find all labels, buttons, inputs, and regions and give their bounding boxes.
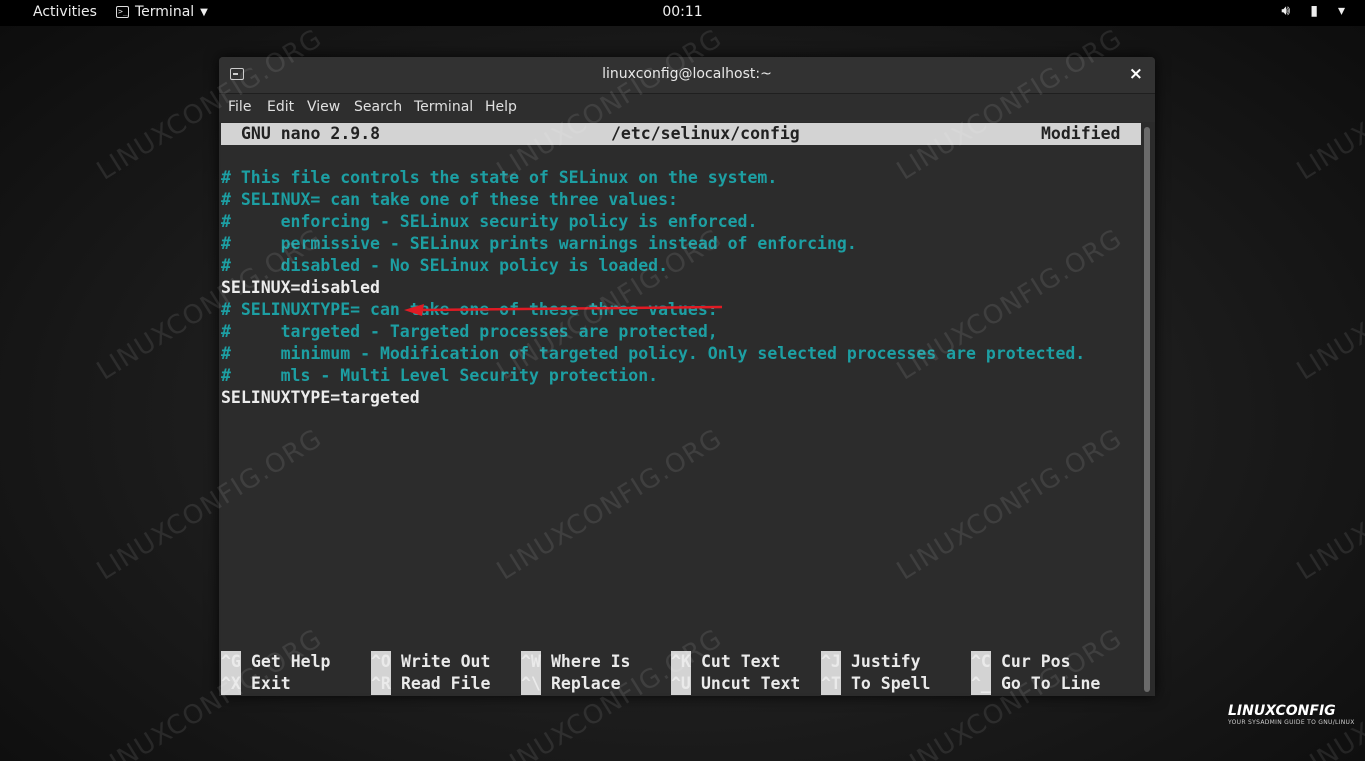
menu-file[interactable]: File	[228, 99, 251, 115]
comment-line: # permissive - SELinux prints warnings i…	[221, 234, 857, 253]
nano-title-bar: GNU nano 2.9.8 /etc/selinux/config Modif…	[221, 123, 1141, 145]
comment-line: # disabled - No SELinux policy is loaded…	[221, 256, 669, 275]
shortcut-label: Get Help	[251, 652, 331, 671]
watermark-text: LINUXCONFIG.ORG	[1291, 623, 1365, 761]
menu-help[interactable]: Help	[485, 99, 517, 115]
shortcut-key: ^C	[971, 651, 991, 673]
linuxconfig-logo: LINUXCONFIG YOUR SYSADMIN GUIDE TO GNU/L…	[1228, 703, 1355, 726]
menu-search[interactable]: Search	[354, 99, 402, 115]
clock[interactable]: 00:11	[662, 4, 702, 20]
volume-icon[interactable]: 🔊︎	[1281, 3, 1290, 19]
shortcut-label: Exit	[251, 674, 291, 693]
comment-line: # SELINUX= can take one of these three v…	[221, 190, 678, 209]
comment-line: # enforcing - SELinux security policy is…	[221, 212, 758, 231]
config-line: SELINUX=disabled	[221, 278, 380, 297]
shortcut-label: Cur Pos	[1001, 652, 1071, 671]
nano-filename: /etc/selinux/config	[611, 124, 800, 143]
watermark-text: LINUXCONFIG.ORG	[1291, 223, 1365, 387]
shortcut-label: Cut Text	[701, 652, 781, 671]
shortcut-label: Read File	[401, 674, 491, 693]
shortcut-label: Justify	[851, 652, 921, 671]
shortcut-label: Write Out	[401, 652, 491, 671]
shortcut-key: ^\	[521, 673, 541, 695]
window-title: linuxconfig@localhost:~	[602, 66, 772, 82]
terminal-content[interactable]: GNU nano 2.9.8 /etc/selinux/config Modif…	[221, 123, 1141, 695]
close-icon[interactable]: ×	[1129, 64, 1143, 84]
shortcut-key: ^R	[371, 673, 391, 695]
shortcut-label: Where Is	[551, 652, 631, 671]
shortcut-key: ^K	[671, 651, 691, 673]
nano-version: GNU nano 2.9.8	[241, 124, 381, 143]
battery-icon[interactable]: ▮	[1310, 3, 1318, 19]
watermark-text: LINUXCONFIG.ORG	[1291, 23, 1365, 187]
watermark-text: LINUXCONFIG.ORG	[1291, 423, 1365, 587]
power-menu-icon[interactable]: ▾	[1338, 3, 1345, 19]
config-line: SELINUXTYPE=targeted	[221, 388, 420, 407]
window-titlebar[interactable]: linuxconfig@localhost:~ ×	[219, 57, 1155, 94]
comment-line: # mls - Multi Level Security protection.	[221, 366, 659, 385]
shortcut-key: ^G	[221, 651, 241, 673]
scrollbar[interactable]	[1144, 127, 1150, 692]
shortcut-key: ^U	[671, 673, 691, 695]
shortcut-key: ^O	[371, 651, 391, 673]
comment-line: # minimum - Modification of targeted pol…	[221, 344, 1086, 363]
comment-line: # targeted - Targeted processes are prot…	[221, 322, 718, 341]
shortcut-key: ^_	[971, 673, 991, 695]
menu-view[interactable]: View	[307, 99, 340, 115]
shortcut-key: ^T	[821, 673, 841, 695]
terminal-window: linuxconfig@localhost:~ × File Edit View…	[219, 57, 1155, 696]
shortcut-key: ^X	[221, 673, 241, 695]
nano-status: Modified	[1041, 124, 1121, 143]
shortcut-key: ^W	[521, 651, 541, 673]
annotation-arrow	[404, 304, 723, 316]
shortcut-label: Replace	[551, 674, 621, 693]
menu-terminal[interactable]: Terminal	[414, 99, 473, 115]
comment-line: # This file controls the state of SELinu…	[221, 168, 778, 187]
menu-edit[interactable]: Edit	[267, 99, 294, 115]
top-bar: Activities >_ Terminal ▼ 00:11 🔊︎ ▮ ▾	[0, 0, 1365, 26]
shortcut-label: Uncut Text	[701, 674, 801, 693]
shortcut-key: ^J	[821, 651, 841, 673]
shortcut-label: To Spell	[851, 674, 931, 693]
menu-bar: File Edit View Search Terminal Help	[219, 94, 1155, 122]
system-tray[interactable]: 🔊︎ ▮ ▾	[1281, 3, 1345, 19]
shortcut-label: Go To Line	[1001, 674, 1101, 693]
